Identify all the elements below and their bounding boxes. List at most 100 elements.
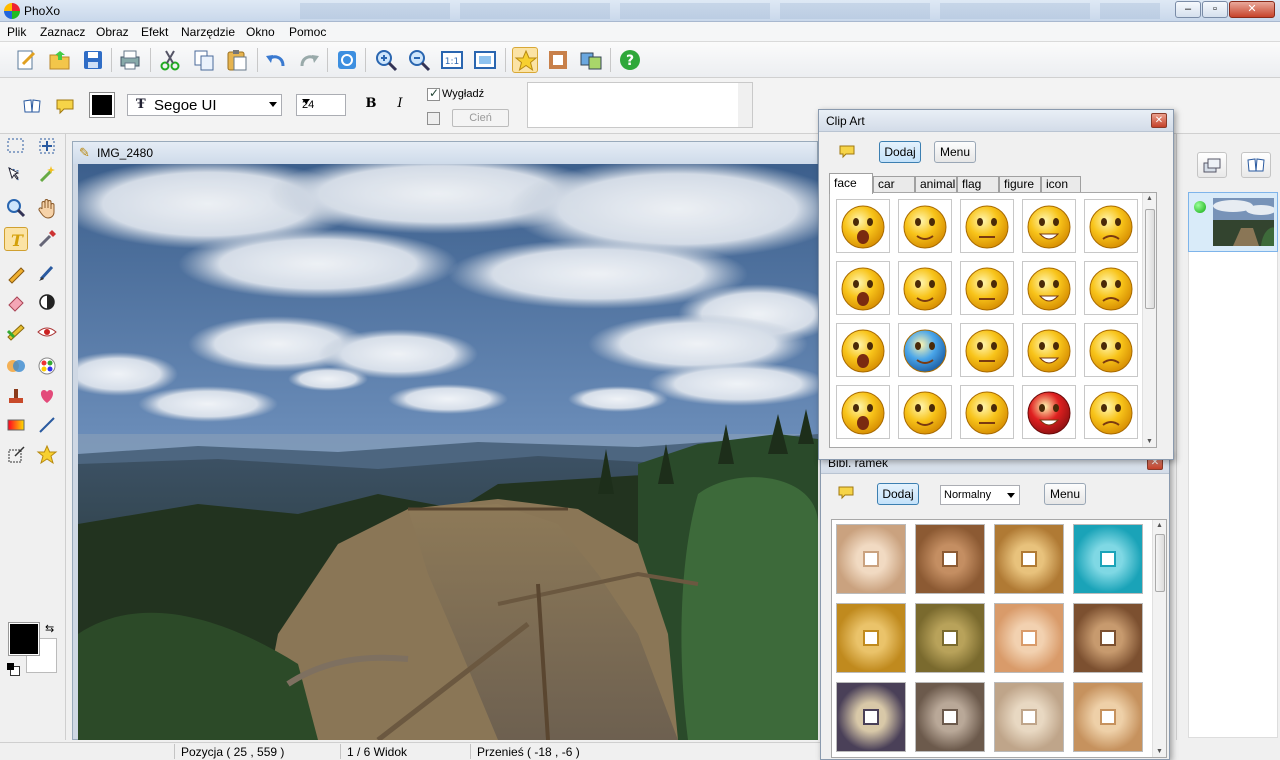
frame-swatch[interactable] bbox=[836, 682, 906, 752]
menu-image[interactable]: Obraz bbox=[96, 25, 129, 39]
frame-swatch[interactable] bbox=[1073, 524, 1143, 594]
help-icon[interactable]: ? bbox=[617, 47, 643, 73]
tab-face[interactable]: face bbox=[829, 173, 873, 194]
cut-icon[interactable] bbox=[157, 47, 183, 73]
swap-colors-icon[interactable]: ⇆ bbox=[45, 622, 54, 635]
fit-window-icon[interactable] bbox=[472, 47, 498, 73]
tab-icon[interactable]: icon bbox=[1041, 176, 1081, 193]
close-button[interactable]: ✕ bbox=[1229, 1, 1275, 18]
zoom-icon[interactable] bbox=[4, 196, 28, 220]
menu-window[interactable]: Okno bbox=[246, 25, 275, 39]
speech-bubble-icon[interactable] bbox=[55, 96, 75, 116]
frame-swatch[interactable] bbox=[915, 603, 985, 673]
frame-swatch[interactable] bbox=[1073, 603, 1143, 673]
crying-face-icon[interactable] bbox=[1022, 323, 1076, 377]
brush-icon[interactable] bbox=[35, 261, 59, 285]
reset-colors-icon[interactable] bbox=[7, 663, 20, 676]
hand-icon[interactable] bbox=[35, 196, 59, 220]
star-shape-icon[interactable] bbox=[35, 443, 59, 467]
tab-flag[interactable]: flag bbox=[957, 176, 999, 193]
text-input-area[interactable] bbox=[527, 82, 753, 128]
open-folder-icon[interactable] bbox=[47, 47, 73, 73]
book-icon[interactable] bbox=[22, 96, 42, 116]
frame-swatch[interactable] bbox=[994, 524, 1064, 594]
paste-icon[interactable] bbox=[224, 47, 250, 73]
frames-menu-button[interactable]: Menu bbox=[1044, 483, 1086, 505]
clipart-menu-button[interactable]: Menu bbox=[934, 141, 976, 163]
tab-animal[interactable]: animal bbox=[915, 176, 957, 193]
maximize-button[interactable]: ▫ bbox=[1202, 1, 1228, 18]
eraser-icon[interactable] bbox=[4, 290, 28, 314]
new-document-icon[interactable] bbox=[13, 47, 39, 73]
annoyed-face-icon[interactable] bbox=[1084, 261, 1138, 315]
tab-figure[interactable]: figure bbox=[999, 176, 1041, 193]
sleepy-face-icon[interactable] bbox=[960, 199, 1014, 253]
tab-car[interactable]: car bbox=[873, 176, 915, 193]
clipart-close-button[interactable]: ✕ bbox=[1151, 113, 1167, 128]
sad-face-icon[interactable] bbox=[1084, 323, 1138, 377]
party-face-icon[interactable] bbox=[1084, 385, 1138, 439]
bruised-face-icon[interactable] bbox=[960, 261, 1014, 315]
scared-face-icon[interactable] bbox=[836, 385, 890, 439]
confused-face-icon[interactable] bbox=[1084, 199, 1138, 253]
menu-effect[interactable]: Efekt bbox=[141, 25, 168, 39]
hurt-face-icon[interactable] bbox=[1022, 199, 1076, 253]
line-icon[interactable] bbox=[35, 413, 59, 437]
frame-swatch[interactable] bbox=[915, 682, 985, 752]
actual-size-icon[interactable]: 1:1 bbox=[439, 47, 465, 73]
frame-swatch[interactable] bbox=[915, 524, 985, 594]
frames-scroll-thumb[interactable] bbox=[1155, 534, 1165, 592]
clipart-star-icon[interactable] bbox=[512, 47, 538, 73]
photo-canvas[interactable] bbox=[78, 164, 818, 740]
zoom-out-icon[interactable] bbox=[406, 47, 432, 73]
menu-help[interactable]: Pomoc bbox=[289, 25, 326, 39]
color-balance-icon[interactable] bbox=[4, 354, 28, 378]
frozen-face-icon[interactable] bbox=[898, 323, 952, 377]
speech-bubble-icon[interactable] bbox=[838, 486, 854, 500]
undo-icon[interactable] bbox=[263, 47, 289, 73]
font-size-select[interactable]: 24 bbox=[296, 94, 346, 116]
frame-swatch[interactable] bbox=[994, 603, 1064, 673]
devil-face-icon[interactable] bbox=[1022, 385, 1076, 439]
thumbnail-item[interactable] bbox=[1188, 192, 1278, 252]
stamp-icon[interactable] bbox=[4, 384, 28, 408]
clipart-scroll-thumb[interactable] bbox=[1145, 209, 1155, 309]
frame-swatch[interactable] bbox=[836, 603, 906, 673]
lasso-select-icon[interactable] bbox=[4, 162, 28, 186]
love-face-icon[interactable] bbox=[836, 261, 890, 315]
text-color-swatch[interactable] bbox=[89, 92, 115, 118]
dizzy-face-icon[interactable] bbox=[898, 199, 952, 253]
transform-icon[interactable] bbox=[4, 443, 28, 467]
menu-select[interactable]: Zaznacz bbox=[40, 25, 85, 39]
italic-button[interactable]: I bbox=[392, 96, 408, 114]
album-button[interactable] bbox=[1241, 152, 1271, 178]
bold-button[interactable]: B bbox=[363, 96, 379, 114]
speech-bubble-icon[interactable] bbox=[839, 145, 855, 159]
menu-file[interactable]: Plik bbox=[7, 25, 26, 39]
shadow-button[interactable]: Cień bbox=[452, 109, 509, 127]
text-tool-icon[interactable]: T bbox=[4, 227, 28, 251]
menu-tools[interactable]: Narzędzie bbox=[181, 25, 235, 39]
magic-wand-icon[interactable] bbox=[35, 162, 59, 186]
laughing-face-icon[interactable] bbox=[960, 385, 1014, 439]
font-family-select[interactable]: Ŧ Segoe UI bbox=[127, 94, 282, 116]
red-eye-icon[interactable] bbox=[35, 320, 59, 344]
angry-face-icon[interactable] bbox=[836, 323, 890, 377]
gradient-icon[interactable] bbox=[4, 413, 28, 437]
contrast-icon[interactable] bbox=[35, 290, 59, 314]
swearing-face-icon[interactable] bbox=[960, 323, 1014, 377]
copy-icon[interactable] bbox=[191, 47, 217, 73]
move-icon[interactable] bbox=[35, 134, 59, 158]
redo-icon[interactable] bbox=[296, 47, 322, 73]
print-icon[interactable] bbox=[117, 47, 143, 73]
zoom-in-icon[interactable] bbox=[373, 47, 399, 73]
shadow-checkbox[interactable] bbox=[427, 112, 440, 125]
drooling-face-icon[interactable] bbox=[898, 385, 952, 439]
refresh-icon[interactable] bbox=[334, 47, 360, 73]
frame-swatch[interactable] bbox=[994, 682, 1064, 752]
save-icon[interactable] bbox=[80, 47, 106, 73]
frames-scrollbar[interactable]: ▲ ▼ bbox=[1152, 520, 1166, 757]
clipart-add-button[interactable]: Dodaj bbox=[879, 141, 921, 163]
frame-swatch[interactable] bbox=[836, 524, 906, 594]
pencil-icon[interactable] bbox=[4, 261, 28, 285]
